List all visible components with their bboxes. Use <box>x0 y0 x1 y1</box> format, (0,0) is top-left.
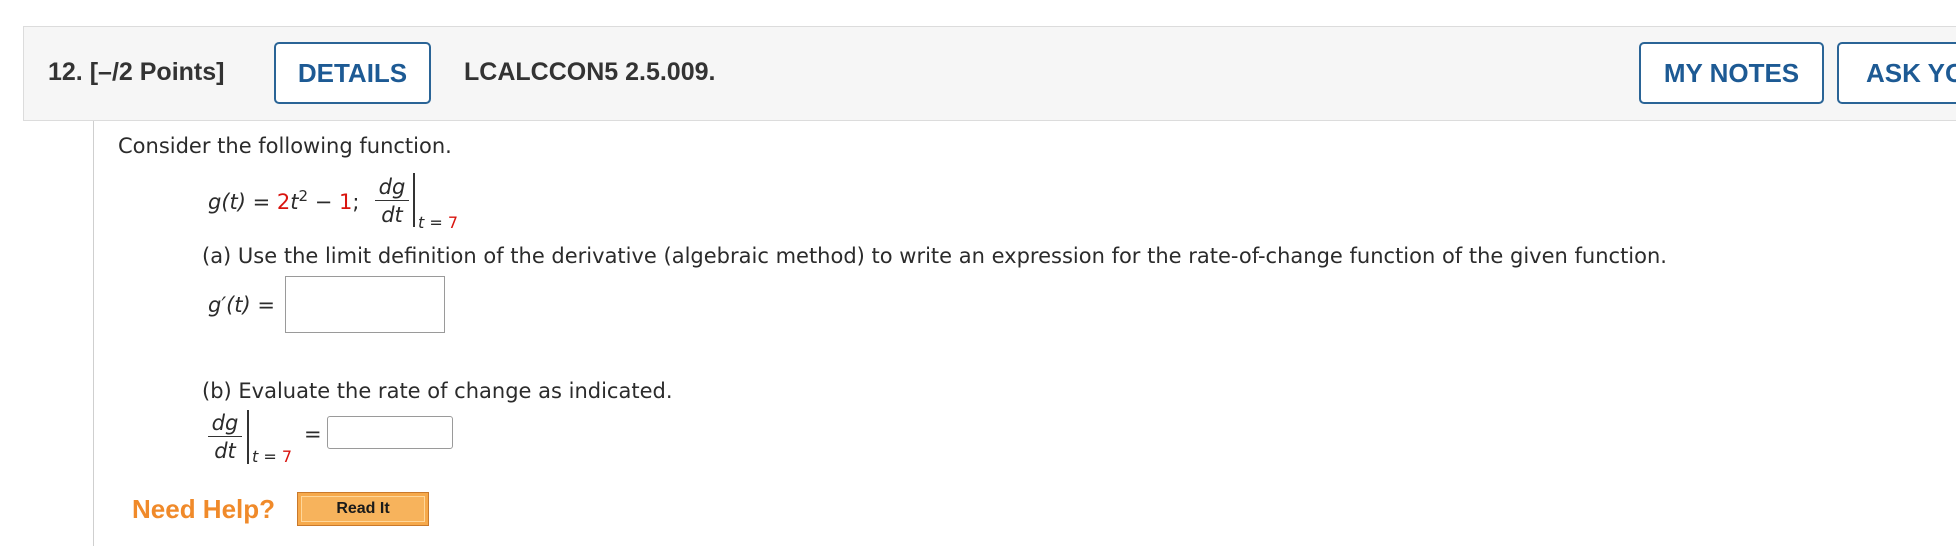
part-b-evaluation-bar <box>247 410 249 464</box>
question-number-label: 12. <box>48 58 83 86</box>
need-help-label: Need Help? <box>132 494 276 524</box>
derivative-fraction: dg dt <box>375 177 409 226</box>
part-a-prompt: (a) Use the limit definition of the deri… <box>202 244 1667 268</box>
function-coefficient: 2 <box>276 190 291 214</box>
function-minus: − <box>308 190 340 214</box>
part-a-lhs: g′(t) = <box>208 293 275 317</box>
part-b-answer-box[interactable] <box>327 416 453 449</box>
part-b-fraction: dg dt <box>208 413 242 462</box>
details-button[interactable]: DETAILS <box>274 42 431 104</box>
part-a-answer-box[interactable] <box>285 276 445 333</box>
function-exponent: 2 <box>298 187 309 205</box>
part-a-answer-input[interactable] <box>286 277 444 332</box>
intro-text: Consider the following function. <box>118 134 452 158</box>
derivative-numerator: dg <box>375 177 409 201</box>
function-variable: t <box>290 190 299 214</box>
points-label: [–/2 Points] <box>89 58 225 86</box>
part-b-evaluation-value: 7 <box>281 447 293 466</box>
assignment-id: LCALCCON5 2.5.009. <box>464 58 716 86</box>
my-notes-button[interactable]: MY NOTES <box>1639 42 1824 104</box>
part-b-denominator: dt <box>214 439 236 463</box>
part-b-equals: = <box>304 422 322 446</box>
function-constant: 1 <box>339 190 353 214</box>
content-left-border <box>93 121 94 546</box>
evaluation-point: t = 7 <box>418 215 458 231</box>
read-it-button-label[interactable]: Read It <box>301 496 425 522</box>
function-separator: ; <box>352 190 360 214</box>
function-expression: g(t) = 2t2 − 1; <box>208 189 359 213</box>
part-b-evaluation-point: t = 7 <box>252 449 292 465</box>
part-b-answer-input[interactable] <box>328 417 452 448</box>
part-b-prompt: (b) Evaluate the rate of change as indic… <box>202 379 673 403</box>
part-b-evaluation-variable: t = <box>252 447 277 466</box>
question-number: 12. [–/2 Points] <box>48 58 224 87</box>
derivative-denominator: dt <box>381 203 403 227</box>
evaluation-bar <box>413 173 415 227</box>
function-lhs: g(t) = <box>208 190 271 214</box>
evaluation-variable: t = <box>418 213 443 232</box>
ask-your-teacher-button[interactable]: ASK YO <box>1837 42 1956 104</box>
read-it-button[interactable]: Read It <box>297 492 429 526</box>
evaluation-value: 7 <box>447 213 459 232</box>
part-b-numerator: dg <box>208 413 242 437</box>
